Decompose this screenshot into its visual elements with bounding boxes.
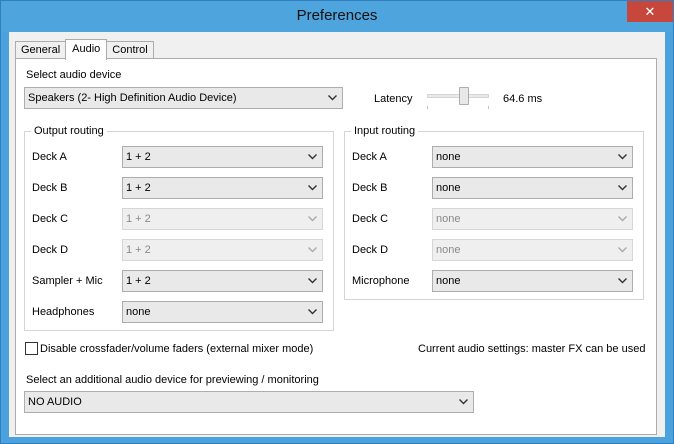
latency-slider-track[interactable]	[427, 94, 489, 98]
input-routing-row-label: Microphone	[352, 275, 410, 287]
input-routing-row-value: none	[436, 213, 461, 225]
audio-device-value: Speakers (2- High Definition Audio Devic…	[28, 92, 237, 104]
input-routing-row-value: none	[436, 275, 461, 287]
output-routing-row-select: 1 + 2	[122, 208, 323, 230]
window-title: Preferences	[296, 7, 378, 24]
tab-control[interactable]: Control	[106, 41, 154, 59]
chevron-down-icon	[306, 240, 318, 260]
output-routing-row-label: Deck B	[32, 182, 68, 194]
dialog-client-area: General Audio Control Select audio devic…	[9, 32, 665, 437]
audio-device-label: Select audio device	[26, 69, 122, 81]
audio-tab-panel: Select audio device Speakers (2- High De…	[15, 58, 657, 435]
latency-slider-ticks	[427, 106, 489, 109]
input-routing-row-select[interactable]: none	[432, 270, 633, 292]
preview-device-value: NO AUDIO	[28, 396, 82, 408]
close-button[interactable]: ✕	[627, 1, 673, 22]
chevron-down-icon	[326, 88, 338, 108]
output-routing-row-label: Sampler + Mic	[32, 275, 103, 287]
input-routing-row-select: none	[432, 239, 633, 261]
input-routing-row-value: none	[436, 151, 461, 163]
input-routing-row-value: none	[436, 244, 461, 256]
input-routing-row-select: none	[432, 208, 633, 230]
input-routing-row-label: Deck A	[352, 151, 387, 163]
chevron-down-icon	[616, 240, 628, 260]
close-icon: ✕	[644, 3, 656, 19]
output-routing-row-value: 1 + 2	[126, 213, 151, 225]
chevron-down-icon	[306, 209, 318, 229]
chevron-down-icon	[616, 271, 628, 291]
output-routing-row-value: none	[126, 306, 151, 318]
input-routing-row-select[interactable]: none	[432, 177, 633, 199]
input-routing-title: Input routing	[351, 125, 419, 137]
input-routing-row-label: Deck D	[352, 244, 389, 256]
output-routing-row-value: 1 + 2	[126, 182, 151, 194]
output-routing-row-value: 1 + 2	[126, 275, 151, 287]
output-routing-row-label: Deck A	[32, 151, 67, 163]
title-bar[interactable]: Preferences ✕	[1, 1, 673, 32]
output-routing-row-select[interactable]: 1 + 2	[122, 146, 323, 168]
output-routing-row-select[interactable]: 1 + 2	[122, 177, 323, 199]
current-audio-settings: Current audio settings: master FX can be…	[418, 343, 646, 355]
chevron-down-icon	[306, 178, 318, 198]
chevron-down-icon	[306, 147, 318, 167]
disable-faders-label[interactable]: Disable crossfader/volume faders (extern…	[40, 343, 313, 355]
output-routing-row-label: Deck D	[32, 244, 69, 256]
chevron-down-icon	[306, 302, 318, 322]
tab-strip: General Audio Control	[15, 39, 154, 60]
latency-label: Latency	[374, 93, 413, 105]
latency-slider-thumb[interactable]	[459, 87, 470, 105]
output-routing-row-value: 1 + 2	[126, 151, 151, 163]
chevron-down-icon	[457, 392, 469, 412]
chevron-down-icon	[616, 147, 628, 167]
preview-device-label: Select an additional audio device for pr…	[26, 374, 319, 386]
chevron-down-icon	[616, 178, 628, 198]
preview-device-select[interactable]: NO AUDIO	[24, 391, 474, 413]
output-routing-title: Output routing	[31, 125, 107, 137]
output-routing-row-label: Deck C	[32, 213, 69, 225]
audio-device-select[interactable]: Speakers (2- High Definition Audio Devic…	[24, 87, 343, 109]
chevron-down-icon	[616, 209, 628, 229]
disable-faders-checkbox[interactable]	[25, 342, 38, 355]
chevron-down-icon	[306, 271, 318, 291]
input-routing-row-label: Deck C	[352, 213, 389, 225]
preferences-window: Preferences ✕ General Audio Control Sele…	[0, 0, 674, 444]
output-routing-row-select: 1 + 2	[122, 239, 323, 261]
tab-general[interactable]: General	[15, 41, 67, 59]
input-routing-row-select[interactable]: none	[432, 146, 633, 168]
input-routing-row-label: Deck B	[352, 182, 388, 194]
output-routing-row-select[interactable]: 1 + 2	[122, 270, 323, 292]
output-routing-row-value: 1 + 2	[126, 244, 151, 256]
output-routing-row-select[interactable]: none	[122, 301, 323, 323]
latency-value: 64.6 ms	[503, 93, 543, 105]
tab-audio[interactable]: Audio	[65, 39, 108, 60]
input-routing-row-value: none	[436, 182, 461, 194]
output-routing-row-label: Headphones	[32, 306, 95, 318]
